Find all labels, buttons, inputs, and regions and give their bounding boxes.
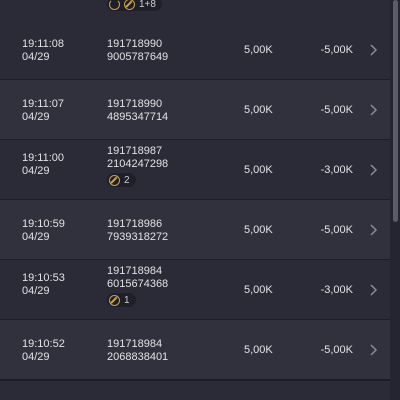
row-id-line2: 2104247298 — [107, 158, 169, 170]
partial-history-row-top[interactable]: 1+8 — [0, 0, 390, 20]
history-row[interactable]: 19:10:52 04/29 191718984 2068838401 5,00… — [0, 320, 390, 380]
refresh-icon — [109, 0, 120, 10]
row-result: -3,00K — [320, 284, 353, 296]
row-date: 04/29 — [22, 51, 50, 63]
history-row[interactable]: 19:10:59 04/29 191718986 7939318272 5,00… — [0, 200, 390, 260]
chevron-right-icon[interactable] — [366, 43, 380, 57]
row-date: 04/29 — [22, 111, 50, 123]
scrollbar[interactable] — [393, 0, 398, 222]
row-time: 19:10:53 — [22, 272, 65, 284]
row-time: 19:11:00 — [22, 152, 65, 164]
partial-history-row-bottom[interactable] — [0, 380, 390, 400]
coin-icon — [124, 0, 135, 10]
row-id-line2: 7939318272 — [107, 231, 169, 243]
row-result: -3,00K — [320, 164, 353, 176]
row-date: 04/29 — [22, 165, 50, 177]
row-result: -5,00K — [320, 44, 353, 56]
history-row[interactable]: 19:11:00 04/29 191718987 2104247298 5,00… — [0, 140, 390, 200]
row-time: 19:10:52 — [22, 338, 65, 350]
bet-history-list: 1+8 19:11:08 04/29 191718990 9005787649 … — [0, 0, 400, 400]
row-id-line2: 4895347714 — [107, 111, 169, 123]
badge-count: 1+8 — [139, 0, 156, 10]
row-date: 04/29 — [22, 351, 50, 363]
row-result: -5,00K — [320, 224, 353, 236]
row-time: 19:11:08 — [22, 38, 65, 50]
history-row[interactable]: 19:11:08 04/29 191718990 9005787649 5,00… — [0, 20, 390, 80]
row-time: 19:11:07 — [22, 98, 65, 110]
chevron-right-icon[interactable] — [366, 283, 380, 297]
coin-icon — [109, 294, 120, 306]
coin-icon — [109, 174, 120, 186]
row-amount: 5,00K — [244, 284, 273, 296]
badge-count: 1 — [124, 294, 130, 306]
history-row[interactable]: 19:11:07 04/29 191718990 4895347714 5,00… — [0, 80, 390, 140]
chevron-right-icon[interactable] — [366, 103, 380, 117]
row-amount: 5,00K — [244, 44, 273, 56]
row-amount: 5,00K — [244, 104, 273, 116]
row-id-line1: 191718990 — [107, 98, 163, 110]
bonus-badge: 1 — [107, 293, 136, 307]
row-amount: 5,00K — [244, 344, 273, 356]
row-id-line2: 9005787649 — [107, 51, 169, 63]
chevron-right-icon[interactable] — [366, 343, 380, 357]
row-time: 19:10:59 — [22, 218, 65, 230]
row-id-line2: 2068838401 — [107, 351, 169, 363]
row-id-line2: 6015674368 — [107, 278, 169, 290]
row-date: 04/29 — [22, 231, 50, 243]
chevron-right-icon[interactable] — [366, 223, 380, 237]
row-result: -5,00K — [320, 104, 353, 116]
row-date: 04/29 — [22, 285, 50, 297]
row-result: -5,00K — [320, 344, 353, 356]
bonus-badge: 2 — [107, 173, 136, 187]
bonus-badge: 1+8 — [107, 0, 162, 11]
history-row[interactable]: 19:10:53 04/29 191718984 6015674368 5,00… — [0, 260, 390, 320]
history-rows: 19:11:08 04/29 191718990 9005787649 5,00… — [0, 20, 390, 380]
row-id-line1: 191718984 — [107, 265, 163, 277]
row-id-line1: 191718984 — [107, 338, 163, 350]
row-id-line1: 191718987 — [107, 145, 163, 157]
row-id-line1: 191718986 — [107, 218, 163, 230]
chevron-right-icon[interactable] — [366, 163, 380, 177]
row-amount: 5,00K — [244, 224, 273, 236]
badge-count: 2 — [124, 174, 130, 186]
row-id-line1: 191718990 — [107, 38, 163, 50]
row-amount: 5,00K — [244, 164, 273, 176]
